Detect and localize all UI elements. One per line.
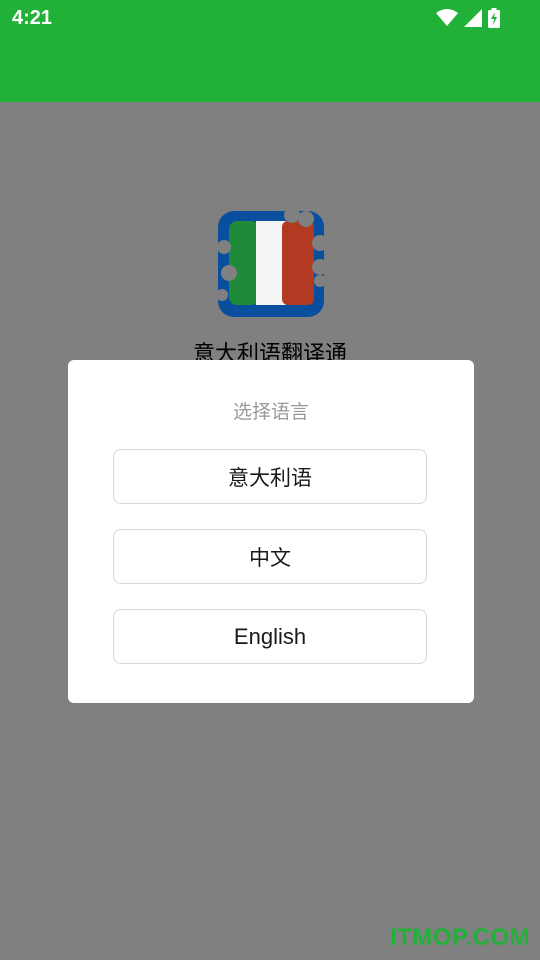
english-option-button[interactable]: English: [113, 609, 427, 664]
cell-signal-icon: [464, 9, 482, 27]
status-bar: 4:21: [0, 0, 540, 38]
status-time: 4:21: [12, 7, 53, 29]
dialog-title: 选择语言: [232, 401, 309, 423]
language-dialog: 选择语言 意大利语 中文 English: [68, 360, 474, 703]
italian-option-button[interactable]: 意大利语: [113, 449, 427, 504]
battery-charging-icon: [488, 8, 500, 28]
chinese-option-button[interactable]: 中文: [113, 529, 427, 584]
status-icons: [436, 8, 500, 28]
app-bar: [0, 38, 540, 102]
wifi-icon: [436, 9, 458, 26]
app-screen: 4:21 意大利语翻译通 选择语言 意大利语 中文 English ITMOP.…: [0, 0, 540, 960]
site-watermark: ITMOP.COM: [389, 924, 530, 951]
